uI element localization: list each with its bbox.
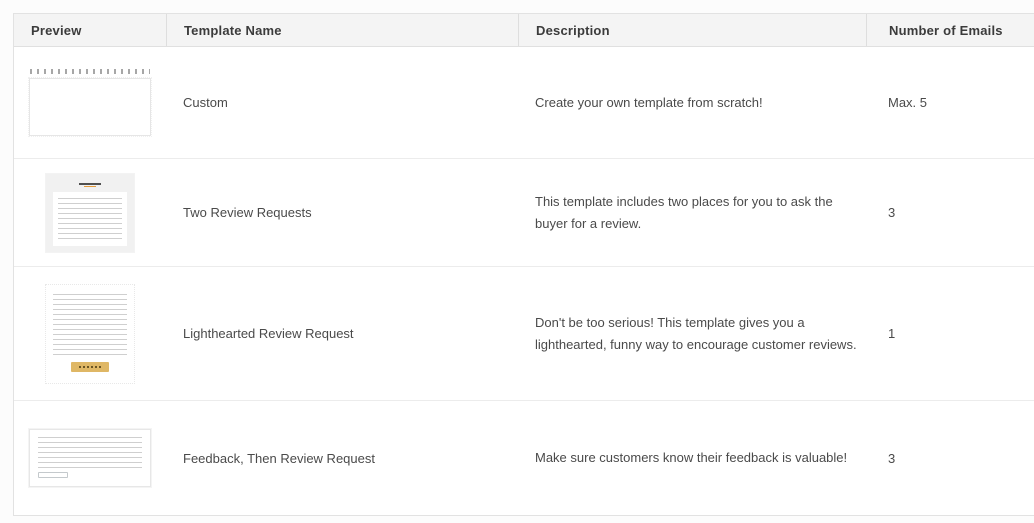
- template-name: Custom: [183, 95, 228, 110]
- number-of-emails: 3: [888, 205, 896, 220]
- store-logo: [79, 182, 101, 185]
- email-text-lines: [53, 293, 127, 356]
- column-header-description: Description: [518, 14, 866, 46]
- email-body: [53, 191, 127, 246]
- email-templates-table: Preview Template Name Description Number…: [13, 13, 1034, 516]
- logo-accent-swash: [84, 185, 96, 187]
- number-of-emails: Max. 5: [888, 95, 928, 110]
- feedback-email-thumbnail: [28, 428, 152, 488]
- email-text-lines: [58, 197, 122, 240]
- column-header-template-name: Template Name: [166, 14, 518, 46]
- template-description: Make sure customers know their feedback …: [535, 450, 848, 466]
- column-header-preview: Preview: [31, 22, 82, 38]
- template-description: Don't be too serious! This template give…: [535, 315, 857, 352]
- preview-cell[interactable]: [14, 172, 166, 253]
- table-header-row: Preview Template Name Description Number…: [14, 14, 1034, 47]
- table-row-lighthearted-review-request[interactable]: Lighthearted Review Request Don't be too…: [14, 267, 1034, 401]
- gold-cta-button: [71, 361, 109, 372]
- blank-editor-thumbnail: [28, 69, 152, 137]
- email-with-logo-thumbnail: [45, 172, 135, 253]
- template-name: Lighthearted Review Request: [183, 326, 354, 341]
- cta-button-label-dots: [79, 365, 101, 368]
- table-row-custom[interactable]: Custom Create your own template from scr…: [14, 47, 1034, 159]
- column-header-number-of-emails: Number of Emails: [866, 14, 1034, 46]
- template-description: Create your own template from scratch!: [535, 94, 763, 110]
- preview-cell[interactable]: [14, 428, 166, 488]
- template-name: Two Review Requests: [183, 205, 312, 220]
- table-row-two-review-requests[interactable]: Two Review Requests This template includ…: [14, 159, 1034, 267]
- preview-cell[interactable]: [14, 283, 166, 384]
- table-row-feedback-then-review-request[interactable]: Feedback, Then Review Request Make sure …: [14, 401, 1034, 515]
- template-description: This template includes two places for yo…: [535, 194, 833, 231]
- email-text-lines: [38, 437, 142, 469]
- editor-toolbar-icons-strip: [30, 69, 150, 74]
- outlined-feedback-button: [38, 472, 68, 478]
- number-of-emails: 3: [888, 450, 896, 466]
- templates-page: { "table": { "columns": [ { "label": "Pr…: [0, 0, 1034, 523]
- blank-editor-canvas: [28, 77, 152, 137]
- number-of-emails: 1: [888, 326, 896, 341]
- email-with-gold-button-thumbnail: [45, 283, 135, 384]
- preview-cell[interactable]: [14, 69, 166, 137]
- template-name: Feedback, Then Review Request: [183, 450, 375, 466]
